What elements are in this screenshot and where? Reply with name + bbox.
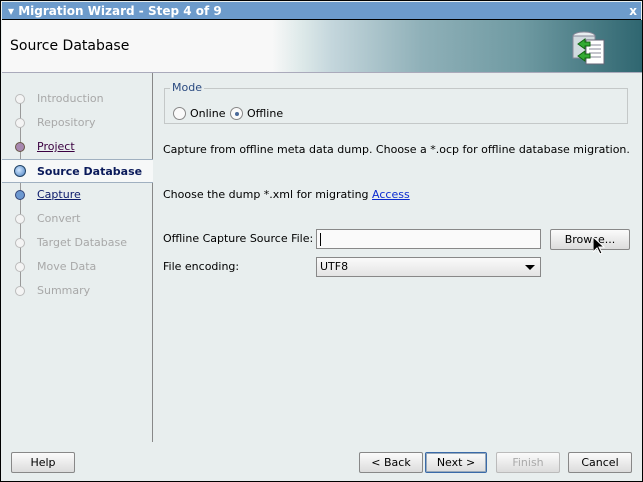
- step-node-icon: [15, 214, 25, 224]
- step-label: Introduction: [37, 92, 104, 105]
- finish-button: Finish: [496, 452, 560, 473]
- back-button[interactable]: < Back: [359, 452, 423, 473]
- steps-panel: Introduction Repository Project Source D…: [2, 73, 153, 442]
- main-panel: Mode Online Offline Capture from offline…: [154, 73, 642, 442]
- access-link[interactable]: Access: [372, 188, 410, 201]
- step-convert: Convert: [2, 207, 153, 231]
- radio-circle-icon: [173, 107, 186, 120]
- step-label: Target Database: [37, 236, 128, 249]
- step-source-database[interactable]: Source Database: [2, 159, 153, 183]
- step-node-icon: [15, 262, 25, 272]
- step-node-icon: [15, 286, 25, 296]
- menu-arrow-icon[interactable]: ▾: [8, 4, 14, 18]
- encoding-label: File encoding:: [163, 260, 240, 273]
- step-node-icon: [15, 118, 25, 128]
- encoding-select[interactable]: UTF8: [316, 257, 541, 277]
- browse-button[interactable]: Browse...: [550, 229, 630, 250]
- title-bar: ▾ Migration Wizard - Step 4 of 9 x: [2, 2, 641, 20]
- step-node-icon: [15, 190, 25, 200]
- next-button[interactable]: Next >: [425, 452, 487, 473]
- mouse-cursor-icon: [593, 237, 605, 255]
- step-node-icon: [15, 142, 25, 152]
- radio-checked-icon: [230, 107, 243, 120]
- dump-text: Choose the dump *.xml for migrating Acce…: [163, 188, 410, 201]
- step-move-data: Move Data: [2, 255, 153, 279]
- step-repository: Repository: [2, 111, 153, 135]
- step-label: Repository: [37, 116, 96, 129]
- close-icon[interactable]: x: [629, 2, 637, 20]
- step-introduction: Introduction: [2, 87, 153, 111]
- chevron-down-icon: [525, 265, 535, 270]
- offline-radio[interactable]: Offline: [230, 107, 283, 120]
- wizard-header: Source Database: [2, 20, 642, 73]
- cancel-button[interactable]: Cancel: [568, 452, 632, 473]
- step-summary: Summary: [2, 279, 153, 303]
- source-file-input[interactable]: [316, 229, 541, 249]
- help-button[interactable]: Help: [11, 452, 75, 473]
- migration-wizard-window: ▾ Migration Wizard - Step 4 of 9 x Sourc…: [0, 0, 643, 482]
- step-label: Capture: [37, 188, 81, 201]
- encoding-value: UTF8: [320, 260, 349, 273]
- step-project[interactable]: Project: [2, 135, 153, 159]
- window-title: Migration Wizard - Step 4 of 9: [18, 4, 222, 18]
- step-label: Summary: [37, 284, 91, 297]
- source-file-label: Offline Capture Source File:: [163, 232, 314, 245]
- step-target-database: Target Database: [2, 231, 153, 255]
- text-caret: [320, 233, 321, 246]
- offline-label: Offline: [247, 107, 284, 120]
- page-title: Source Database: [10, 38, 130, 54]
- step-label: Project: [37, 140, 75, 153]
- step-node-icon: [15, 94, 25, 104]
- online-radio[interactable]: Online: [173, 107, 225, 120]
- description-text: Capture from offline meta data dump. Cho…: [163, 143, 630, 156]
- dump-label: Choose the dump *.xml for migrating: [163, 188, 369, 201]
- mode-legend: Mode: [170, 81, 204, 94]
- step-node-icon: [15, 238, 25, 248]
- online-label: Online: [190, 107, 226, 120]
- database-migration-icon: [572, 31, 605, 65]
- step-label: Convert: [37, 212, 81, 225]
- step-node-icon: [14, 165, 26, 177]
- step-capture[interactable]: Capture: [2, 183, 153, 207]
- step-label: Source Database: [37, 165, 143, 178]
- step-label: Move Data: [37, 260, 97, 273]
